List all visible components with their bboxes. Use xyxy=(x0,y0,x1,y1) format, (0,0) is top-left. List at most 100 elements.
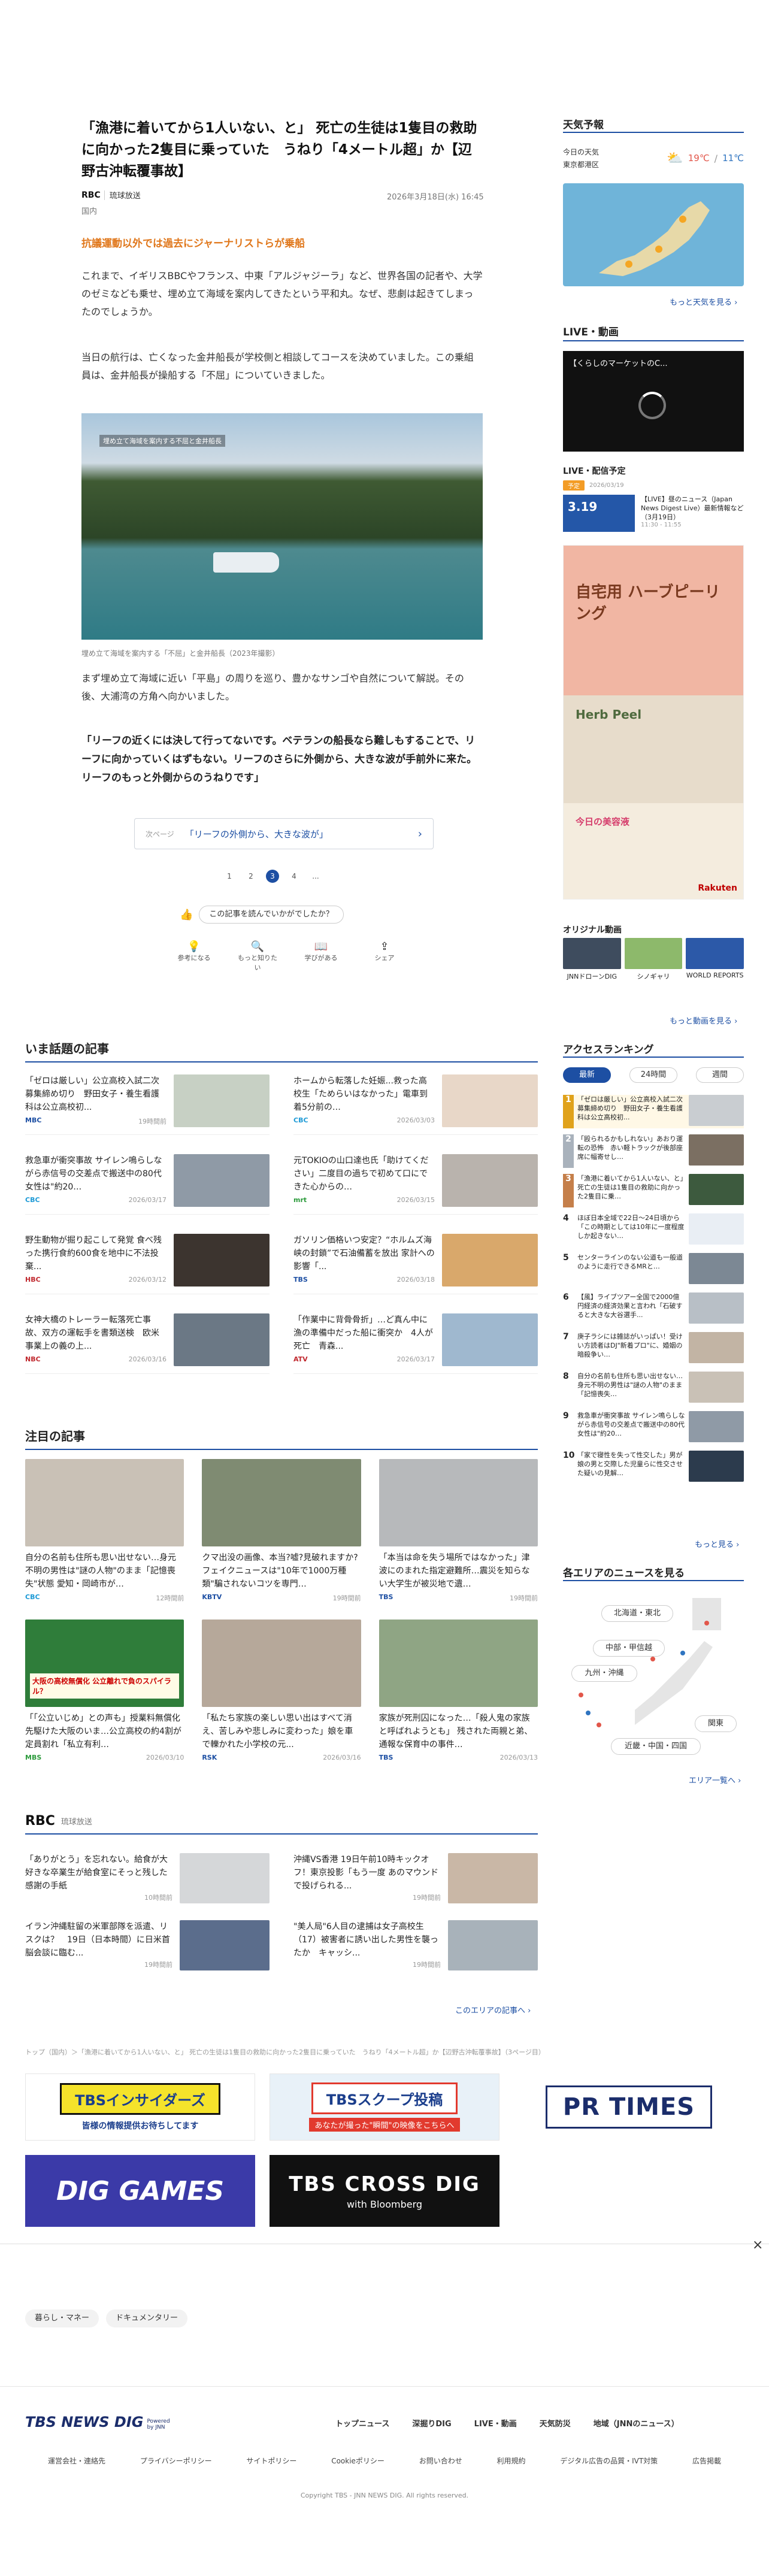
hot-topic-item[interactable]: 女神大橋のトレーラー転落死亡事故、双方の運転手を書類送検 欧米事業上の義の上..… xyxy=(25,1313,270,1374)
ranking-item[interactable]: 9 救急車が衝突事故 サイレン鳴らしながら赤信号の交差点で搬送中の80代女性は"約… xyxy=(563,1411,744,1445)
original-video-thumb xyxy=(563,938,621,969)
reaction-learn[interactable]: 📖 学びがある xyxy=(299,940,343,972)
hot-topic-item[interactable]: 野生動物が掘り起こして発覚 食べ残った携行食約600食を地中に不法投棄... HB… xyxy=(25,1234,270,1294)
ranking-item[interactable]: 1 「ゼロは厳しい」公立高校入試二次募集締め切り 野田女子・養生看護科は公立高校初… xyxy=(563,1095,744,1128)
original-video-item[interactable]: シノギャリ xyxy=(624,938,683,981)
rank-number: 3 xyxy=(563,1174,574,1207)
ranking-more-link[interactable]: もっと見る › xyxy=(695,1538,739,1549)
rbc-item[interactable]: 「ありがとう」を忘れない。給食が大好きな卒業生が給食室にそっと残した感謝の手紙 1… xyxy=(25,1853,270,1903)
rbc-section-header[interactable]: RBC 琉球放送 xyxy=(25,1814,538,1835)
original-more-link[interactable]: もっと動画を見る › xyxy=(670,1015,737,1026)
prtimes-logo: PR TIMES xyxy=(545,2085,713,2129)
rbc-item[interactable]: 沖縄VS香港 19日午前10時キックオフ！東京投影「もう一度 あのマウンドで投げ… xyxy=(293,1853,538,1903)
weather-high: 19℃ xyxy=(688,153,710,164)
live-video-player[interactable]: 【くらしのマーケットのC... xyxy=(563,351,744,452)
rbc-item-time: 19時間前 xyxy=(413,1894,441,1902)
area-region-button[interactable]: 近畿・中国・四国 xyxy=(611,1738,701,1755)
weather-more-link[interactable]: もっと天気を見る › xyxy=(670,296,737,307)
footer-link[interactable]: お問い合わせ xyxy=(419,2456,462,2466)
hot-topic-item[interactable]: 救急車が衝突事故 サイレン鳴らしながら赤信号の交差点で搬送中の80代女性は"約2… xyxy=(25,1154,270,1215)
ad-promo: 今日の美容液 xyxy=(576,816,630,827)
schedule-time: 11:30 - 11:55 xyxy=(641,522,682,528)
footer-link[interactable]: サイトポリシー xyxy=(246,2456,296,2466)
ranking-item[interactable]: 10 「家で寝性を失って性交した」男が娘の男と交際した児童らに性交させた疑いの見解… xyxy=(563,1451,744,1484)
reaction-helpful[interactable]: 💡 参考になる xyxy=(172,940,216,972)
hot-topic-item[interactable]: 「ゼロは厳しい」公立高校入試二次募集締め切り 野田女子・養生看護科は公立高校初.… xyxy=(25,1074,270,1135)
hot-topic-thumb xyxy=(174,1074,270,1127)
ranking-tab-weekly[interactable]: 週間 xyxy=(696,1067,744,1083)
rbc-item[interactable]: "美人局"6人目の逮捕は女子高校生（17）被害者に誘い出した男性を襲ったか キャ… xyxy=(293,1920,538,1970)
ranking-text: 庚子ラシには雑誌がいっぱい！受けい方読者はDJ"新着プロ"に、婚姻の暗殺争い… xyxy=(577,1333,683,1358)
hot-topic-item[interactable]: ガソリン価格いつ安定？“ホルムズ海峡の封鎖”で石油備蓄を放出 家計への影響「..… xyxy=(293,1234,538,1294)
dig-games-banner[interactable]: DIG GAMES xyxy=(25,2155,255,2227)
weather-today[interactable]: 今日の天気 東京都港区 ⛅ 19℃ / 11℃ xyxy=(563,139,744,177)
footer-link[interactable]: Cookieポリシー xyxy=(331,2456,384,2466)
featured-item[interactable]: 「本当は命を失う場所ではなかった」津波にのまれた指定避難所…震災を知らない大学生… xyxy=(379,1459,538,1603)
schedule-item[interactable]: 3.19 【LIVE】昼のニュース（Japan News Digest Live… xyxy=(563,495,744,532)
featured-item[interactable]: 自分の名前も住所も思い出せない…身元不明の男性は"謎の人物"のまま「記憶喪失"状… xyxy=(25,1459,184,1603)
featured-item[interactable]: 家族が死刑囚になった…「殺人鬼の家族と呼ばれようとも」 残された両親と弟、通報な… xyxy=(379,1620,538,1761)
crossdig-banner[interactable]: TBS CROSS DIG with Bloomberg xyxy=(270,2155,499,2227)
tag-item[interactable]: ドキュメンタリー xyxy=(106,2309,188,2327)
tag-item[interactable]: 暮らし・マネー xyxy=(25,2309,99,2327)
source-logo: RBC xyxy=(81,190,105,200)
original-video-item[interactable]: JNNドローンDIG xyxy=(563,938,621,981)
featured-item[interactable]: 「私たち家族の楽しい思い出はすべて消え、苦しみや悲しみに変わった」娘を車で轢かれ… xyxy=(202,1620,361,1761)
area-region-button[interactable]: 九州・沖縄 xyxy=(571,1665,637,1682)
featured-time: 2026/03/10 xyxy=(146,1754,184,1761)
ranking-tab-latest[interactable]: 最新 xyxy=(563,1067,611,1083)
close-icon[interactable]: × xyxy=(752,2238,763,2253)
ranking-item[interactable]: 8 自分の名前も住所も思い出せない…身元不明の男性は"謎の人物"のまま「記憶喪失… xyxy=(563,1372,744,1405)
ranking-item[interactable]: 3 「漁港に着いてから1人いない、と」死亡の生徒は1隻目の救助に向かった2隻目に乗… xyxy=(563,1174,744,1207)
ranking-tab-24h[interactable]: 24時間 xyxy=(629,1067,677,1083)
page-2[interactable]: 2 xyxy=(244,870,258,883)
footer-nav-item[interactable]: 天気防災 xyxy=(540,2417,571,2429)
ranking-item[interactable]: 7 庚子ラシには雑誌がいっぱい！受けい方読者はDJ"新着プロ"に、婚姻の暗殺争い… xyxy=(563,1332,744,1366)
featured-item[interactable]: 大阪の高校無償化 公立離れで負のスパイラル？ 「「公立いじめ」との声も」授業料無償… xyxy=(25,1620,184,1761)
rbc-more-link[interactable]: このエリアの記事へ › xyxy=(455,2004,531,2015)
featured-item[interactable]: クマ出没の画像、本当?嘘?見破れますか?フェイクニュースは"10年で1000万種… xyxy=(202,1459,361,1603)
insider-banner[interactable]: TBSインサイダーズ 皆様の情報提供お待ちしてます xyxy=(25,2073,255,2141)
article-category[interactable]: 国内 xyxy=(81,205,97,216)
area-more-link[interactable]: エリア一覧へ › xyxy=(689,1774,741,1785)
page-1[interactable]: 1 xyxy=(223,870,236,883)
weather-map[interactable] xyxy=(563,183,744,286)
area-region-button[interactable]: 北海道・東北 xyxy=(601,1605,673,1622)
footer-logo[interactable]: TBS NEWS DIG Powered by JNN xyxy=(25,2414,177,2430)
footer-nav-item[interactable]: 地域（JNNのニュース） xyxy=(594,2417,679,2429)
ranking-item[interactable]: 4 ほぼ日本全域で22日〜24日頃から「この時期としては10年に一度程度しか起きな… xyxy=(563,1213,744,1247)
footer-link[interactable]: 広告掲載 xyxy=(692,2456,721,2466)
prtimes-banner[interactable]: PR TIMES xyxy=(514,2073,744,2141)
footer-nav-item[interactable]: 深掘りDIG xyxy=(412,2417,451,2429)
footer-link[interactable]: 運営会社・連絡先 xyxy=(48,2456,105,2466)
hot-topic-item[interactable]: 「作業中に背骨骨折」…ど真ん中に 漁の準備中だった船に衝突か 4人が死亡 青森.… xyxy=(293,1313,538,1374)
reaction-share[interactable]: ⇪ シェア xyxy=(363,940,406,972)
breadcrumb[interactable]: トップ（国内）＞「漁港に着いてから1人いない、と」 死亡の生徒は1隻目の救助に向… xyxy=(25,2047,582,2057)
original-video-item[interactable]: WORLD REPORTS xyxy=(686,938,744,981)
footer-link[interactable]: デジタル広告の品質・IVT対策 xyxy=(560,2456,658,2466)
article-source[interactable]: RBC 琉球放送 xyxy=(81,189,141,201)
ranking-item[interactable]: 5 センターラインのない公道も一般道のように走行できるMRと… xyxy=(563,1253,744,1287)
featured-thumb xyxy=(25,1459,184,1546)
ranking-item[interactable]: 2 「殴られるかもしれない」あおり運転の恐怖 赤い軽トラックが後部座席に幅寄せし… xyxy=(563,1134,744,1168)
area-region-button[interactable]: 中部・甲信越 xyxy=(593,1640,665,1657)
featured-title: 注目の記事 xyxy=(25,1427,538,1450)
hot-topic-item[interactable]: 元TOKIOの山口達也氏「助けてください」二度目の過ちで初めて口にできた心からの… xyxy=(293,1154,538,1215)
footer-link[interactable]: プライバシーポリシー xyxy=(140,2456,212,2466)
reaction-more[interactable]: 🔍 もっと知りたい xyxy=(236,940,279,972)
footer-nav-item[interactable]: LIVE・動画 xyxy=(474,2417,517,2429)
ranking-item[interactable]: 6 【風】ライブツアー全国で2000億円経済の経済効果と言われ「石破すると大きな大… xyxy=(563,1292,744,1326)
weather-title-underline xyxy=(563,132,744,133)
article-quote: 「リーフの近くには決して行ってないです。ベテランの船長なら難しもすることで、リー… xyxy=(81,735,477,784)
area-region-button[interactable]: 関東 xyxy=(695,1715,737,1732)
footer-link[interactable]: 利用規約 xyxy=(497,2456,526,2466)
footer-nav-item[interactable]: トップニュース xyxy=(335,2417,389,2429)
hot-topic-time: 2026/03/15 xyxy=(396,1196,435,1204)
rbc-item[interactable]: イラン沖縄駐留の米軍部隊を派遣、リスクは？ 19日（日本時間）に日米首脳会談に臨… xyxy=(25,1920,270,1970)
scoop-banner[interactable]: TBSスクープ投稿 あなたが撮った"瞬間"の映像をこちらへ xyxy=(270,2073,499,2141)
page-3-current[interactable]: 3 xyxy=(266,870,279,883)
page-4[interactable]: 4 xyxy=(287,870,301,883)
sidebar-ad[interactable]: 自宅用 ハーブピーリング Herb Peel 今日の美容液 Rakuten xyxy=(563,545,744,900)
next-page-button[interactable]: 次ページ 「リーフの外側から、大きな波が」 › xyxy=(134,818,434,849)
hot-topic-item[interactable]: ホームから転落した妊娠...救った高校生「ためらいはなかった」電車到着5分前の…… xyxy=(293,1074,538,1135)
